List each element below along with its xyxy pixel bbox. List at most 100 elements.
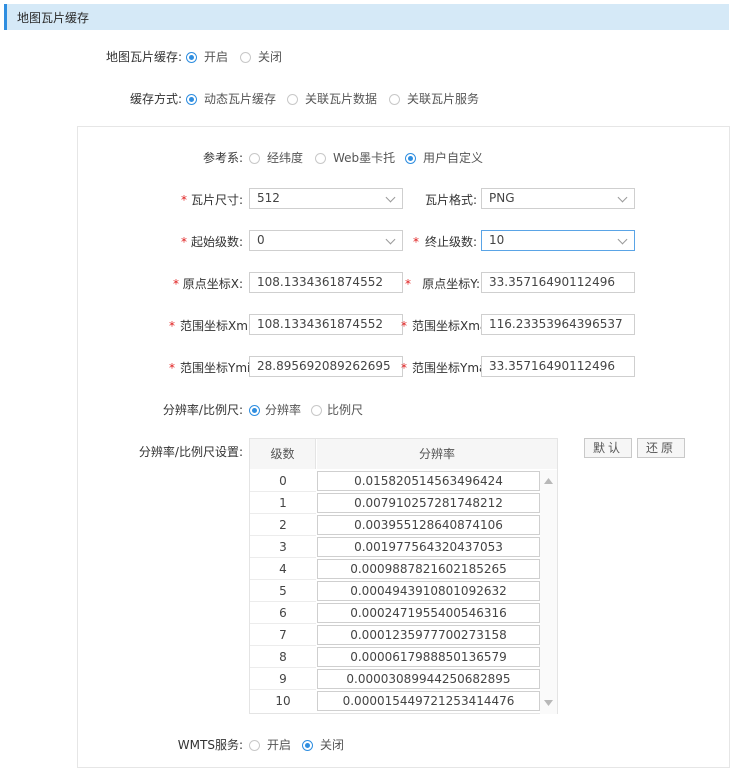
crs-webmercator-radio[interactable] <box>315 153 326 164</box>
wmts-on-radio[interactable] <box>249 740 260 751</box>
tile-size-select[interactable]: 512 <box>249 188 403 209</box>
table-row: 6 0.0002471955400546316 <box>250 602 557 624</box>
origin-x-label: 原点坐标X: <box>182 277 243 291</box>
level-cell: 9 <box>250 668 316 690</box>
end-level-select[interactable]: 10 <box>481 230 635 251</box>
resolution-input[interactable]: 0.0001235977700273158 <box>317 625 540 645</box>
cache-mode-tile-data-label[interactable]: 关联瓦片数据 <box>305 90 377 107</box>
column-header-level: 级数 <box>250 439 316 469</box>
xmax-label: 范围坐标Xma <box>412 319 488 333</box>
level-cell: 6 <box>250 602 316 624</box>
xmin-label: 范围坐标Xmi <box>180 319 252 333</box>
scroll-up-arrow-icon[interactable] <box>544 478 553 484</box>
end-level-label: 终止级数: <box>424 235 477 249</box>
scale-settings-label: 分辨率/比例尺设置: <box>138 445 243 459</box>
table-row: 2 0.003955128640874106 <box>250 514 557 536</box>
table-row: 3 0.001977564320437053 <box>250 536 557 558</box>
xmax-input[interactable]: 116.23353964396537 <box>481 314 635 335</box>
table-scrollbar[interactable] <box>540 470 557 714</box>
crs-label: 参考系: <box>202 151 243 165</box>
resolution-input[interactable]: 0.00003089944250682895 <box>317 669 540 689</box>
scale-type-scale-label[interactable]: 比例尺 <box>327 401 363 418</box>
tile-format-select[interactable]: PNG <box>481 188 635 209</box>
crs-latlon-label[interactable]: 经纬度 <box>267 149 303 166</box>
resolution-input[interactable]: 0.0002471955400546316 <box>317 603 540 623</box>
table-row: 1 0.007910257281748212 <box>250 492 557 514</box>
crs-webmercator-label[interactable]: Web墨卡托 <box>333 149 395 166</box>
chevron-down-icon <box>385 234 396 245</box>
wmts-off-radio[interactable] <box>302 740 313 751</box>
cache-enable-off-radio[interactable] <box>240 52 251 63</box>
crs-custom-label[interactable]: 用户自定义 <box>423 149 483 166</box>
table-row: 10 0.000015449721253414476 <box>250 690 557 712</box>
resolution-input[interactable]: 0.000015449721253414476 <box>317 691 540 711</box>
level-cell: 4 <box>250 558 316 580</box>
origin-y-input[interactable]: 33.35716490112496 <box>481 272 635 293</box>
ymin-label: 范围坐标Ymi <box>180 361 251 375</box>
resolution-input[interactable]: 0.015820514563496424 <box>317 471 540 491</box>
ymin-input[interactable]: 28.895692089262695 <box>249 356 403 377</box>
cache-enable-label: 地图瓦片缓存: <box>105 50 182 64</box>
xmin-input[interactable]: 108.1334361874552 <box>249 314 403 335</box>
required-mark: * <box>413 235 419 249</box>
resolution-input[interactable]: 0.0009887821602185265 <box>317 559 540 579</box>
cache-enable-on-radio[interactable] <box>186 52 197 63</box>
start-level-select[interactable]: 0 <box>249 230 403 251</box>
level-cell: 5 <box>250 580 316 602</box>
column-header-resolution: 分辨率 <box>317 439 557 469</box>
cache-mode-tile-service-radio[interactable] <box>389 94 400 105</box>
section-header: 地图瓦片缓存 <box>4 4 729 30</box>
chevron-down-icon <box>617 234 628 245</box>
wmts-on-label[interactable]: 开启 <box>267 736 291 753</box>
table-row: 5 0.0004943910801092632 <box>250 580 557 602</box>
ymax-input[interactable]: 33.35716490112496 <box>481 356 635 377</box>
level-cell: 0 <box>250 470 316 492</box>
crs-latlon-radio[interactable] <box>249 153 260 164</box>
scale-type-label: 分辨率/比例尺: <box>162 403 243 417</box>
tile-format-label: 瓦片格式: <box>424 193 477 207</box>
scroll-down-arrow-icon[interactable] <box>544 700 553 706</box>
restore-button[interactable]: 还原 <box>637 438 685 458</box>
resolution-input[interactable]: 0.0000617988850136579 <box>317 647 540 667</box>
tile-size-value: 512 <box>257 191 280 205</box>
level-cell: 3 <box>250 536 316 558</box>
default-button[interactable]: 默认 <box>584 438 632 458</box>
crs-custom-radio[interactable] <box>405 153 416 164</box>
scale-type-resolution-label[interactable]: 分辨率 <box>265 401 301 418</box>
section-title: 地图瓦片缓存 <box>17 11 90 25</box>
wmts-off-label[interactable]: 关闭 <box>320 736 344 753</box>
start-level-label: 起始级数: <box>190 235 243 249</box>
origin-x-input[interactable]: 108.1334361874552 <box>249 272 403 293</box>
scale-type-resolution-radio[interactable] <box>249 405 260 416</box>
end-level-value: 10 <box>489 233 505 247</box>
cache-mode-label: 缓存方式: <box>129 92 182 106</box>
cache-mode-tile-service-label[interactable]: 关联瓦片服务 <box>407 90 479 107</box>
table-row: 4 0.0009887821602185265 <box>250 558 557 580</box>
required-mark: * <box>181 235 187 249</box>
scale-type-scale-radio[interactable] <box>311 405 322 416</box>
wmts-label: WMTS服务: <box>177 738 243 752</box>
resolution-input[interactable]: 0.001977564320437053 <box>317 537 540 557</box>
required-mark: * <box>169 361 175 375</box>
resolution-input[interactable]: 0.0004943910801092632 <box>317 581 540 601</box>
cache-enable-on-label[interactable]: 开启 <box>204 48 228 65</box>
resolution-input[interactable]: 0.003955128640874106 <box>317 515 540 535</box>
cache-mode-dynamic-label[interactable]: 动态瓦片缓存 <box>204 90 276 107</box>
tile-size-label: 瓦片尺寸: <box>190 193 243 207</box>
cache-enable-off-label[interactable]: 关闭 <box>258 48 282 65</box>
required-mark: * <box>401 361 407 375</box>
chevron-down-icon <box>617 192 628 203</box>
resolution-input[interactable]: 0.007910257281748212 <box>317 493 540 513</box>
tile-format-value: PNG <box>489 191 515 205</box>
level-cell: 1 <box>250 492 316 514</box>
origin-y-label: 原点坐标Y: <box>422 277 480 291</box>
required-mark: * <box>181 193 187 207</box>
table-row: 9 0.00003089944250682895 <box>250 668 557 690</box>
level-cell: 2 <box>250 514 316 536</box>
cache-mode-dynamic-radio[interactable] <box>186 94 197 105</box>
table-row: 7 0.0001235977700273158 <box>250 624 557 646</box>
cache-mode-tile-data-radio[interactable] <box>287 94 298 105</box>
level-cell: 8 <box>250 646 316 668</box>
level-cell: 10 <box>275 694 291 708</box>
chevron-down-icon <box>385 192 396 203</box>
